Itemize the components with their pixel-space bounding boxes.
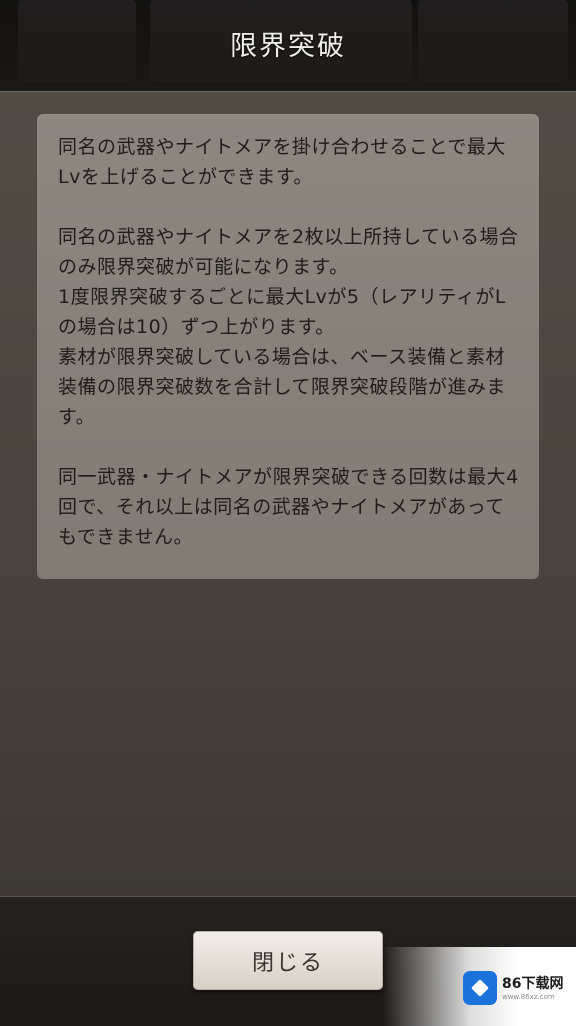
close-button[interactable]: 閉じる xyxy=(193,931,383,990)
info-paragraph-2: 同名の武器やナイトメアを2枚以上所持している場合のみ限界突破が可能になります。 … xyxy=(58,226,519,428)
info-paragraph-1: 同名の武器やナイトメアを掛け合わせることで最大Lvを上げることができます。 xyxy=(58,136,506,188)
header-bar: 限界突破 xyxy=(0,0,576,92)
info-panel: 同名の武器やナイトメアを掛け合わせることで最大Lvを上げることができます。 同名… xyxy=(37,114,539,579)
watermark: 86下载网 www.86xz.com xyxy=(383,947,576,1026)
cube-icon xyxy=(463,971,497,1005)
watermark-text: 86下载网 xyxy=(502,976,564,992)
info-text: 同名の武器やナイトメアを掛け合わせることで最大Lvを上げることができます。 同名… xyxy=(58,132,522,552)
page-title: 限界突破 xyxy=(230,31,346,62)
info-paragraph-3: 同一武器・ナイトメアが限界突破できる回数は最大4回で、それ以上は同名の武器やナイ… xyxy=(58,466,519,548)
watermark-subtext: www.86xz.com xyxy=(502,993,555,1001)
